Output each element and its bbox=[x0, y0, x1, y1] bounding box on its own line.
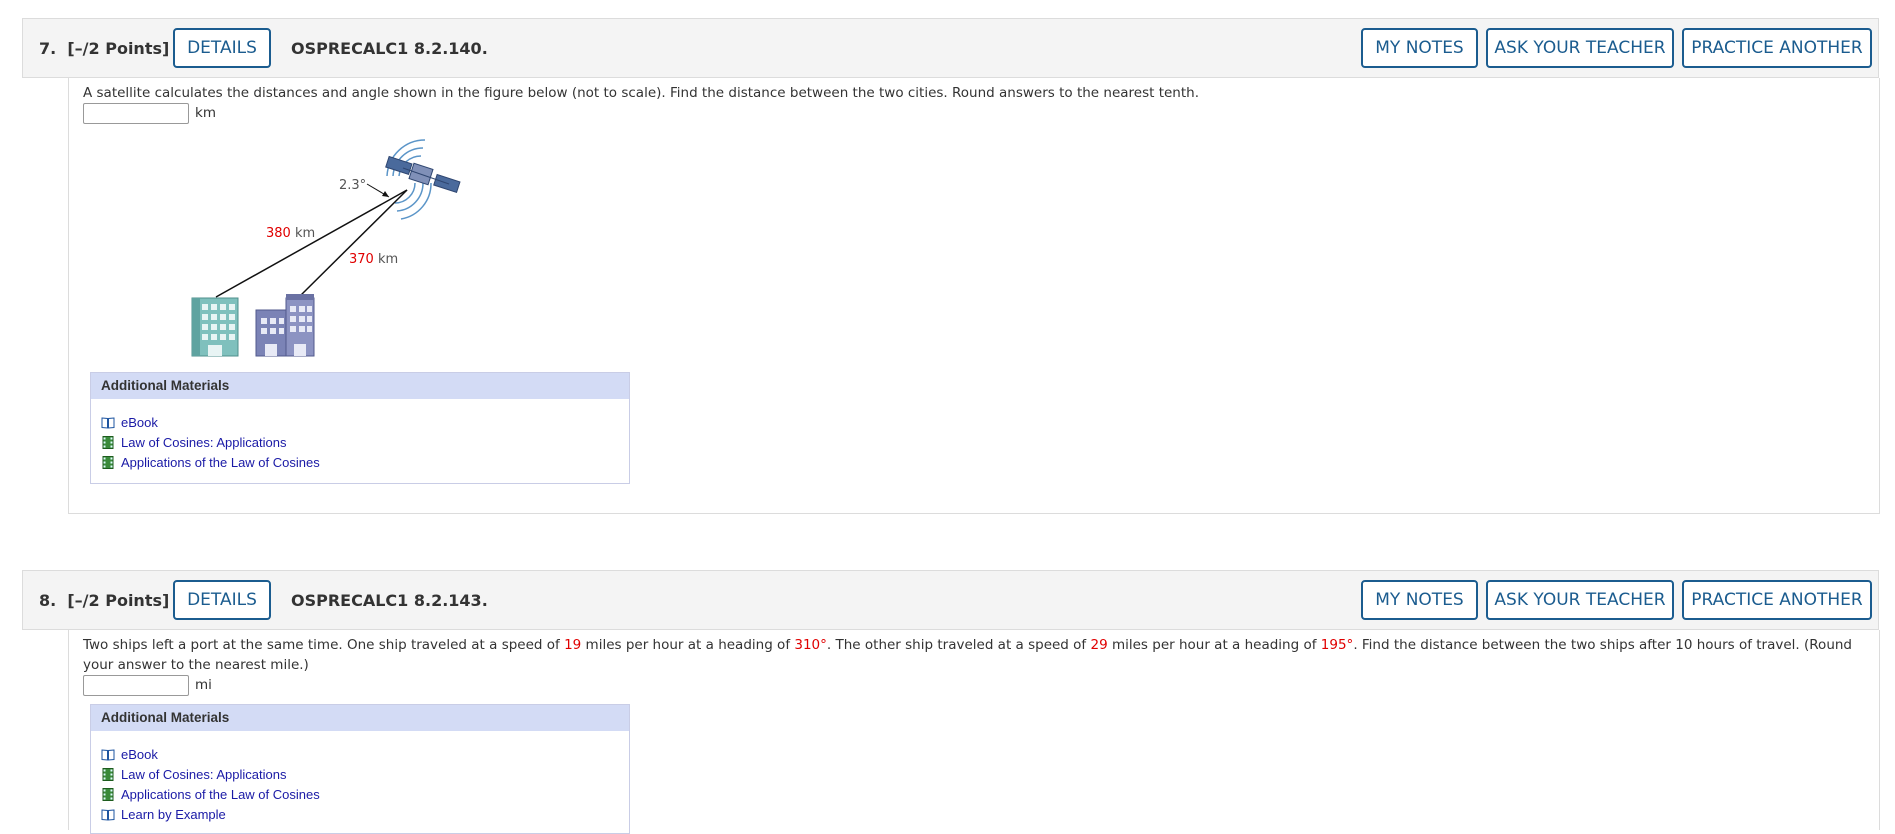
video-icon bbox=[102, 455, 114, 469]
material-ebook[interactable]: eBook bbox=[101, 744, 619, 764]
question-8-number: 8. [–/2 Points] bbox=[39, 591, 170, 610]
ask-your-teacher-button[interactable]: ASK YOUR TEACHER bbox=[1486, 580, 1674, 620]
question-7-number: 7. [–/2 Points] bbox=[39, 39, 170, 58]
question-8-header: 8. [–/2 Points] DETAILS OSPRECALC1 8.2.1… bbox=[22, 570, 1879, 630]
answer-input[interactable] bbox=[83, 103, 189, 124]
ebook-icon bbox=[101, 808, 115, 821]
video-icon bbox=[102, 787, 114, 801]
ebook-icon bbox=[101, 416, 115, 429]
material-learn-by-example[interactable]: Learn by Example bbox=[101, 804, 619, 824]
question-code: OSPRECALC1 8.2.143. bbox=[291, 591, 488, 610]
question-prompt: Two ships left a port at the same time. … bbox=[83, 637, 1852, 673]
line-to-city-2 bbox=[298, 189, 408, 298]
video-icon bbox=[102, 435, 114, 449]
side-label-370: 370 km bbox=[349, 252, 399, 267]
details-button[interactable]: DETAILS bbox=[173, 580, 271, 620]
details-button[interactable]: DETAILS bbox=[173, 28, 271, 68]
materials-title: Additional Materials bbox=[91, 373, 629, 399]
ask-your-teacher-button[interactable]: ASK YOUR TEACHER bbox=[1486, 28, 1674, 68]
answer-unit: km bbox=[195, 105, 216, 121]
additional-materials: Additional Materials eBook Law of Cosine… bbox=[90, 372, 630, 484]
material-video-law-of-cosines[interactable]: Law of Cosines: Applications bbox=[101, 432, 619, 452]
question-7-header: 7. [–/2 Points] DETAILS OSPRECALC1 8.2.1… bbox=[22, 18, 1879, 78]
my-notes-button[interactable]: MY NOTES bbox=[1361, 28, 1478, 68]
angle-label: 2.3° bbox=[339, 178, 367, 193]
question-8-body: Two ships left a port at the same time. … bbox=[68, 630, 1880, 834]
material-video-law-of-cosines[interactable]: Law of Cosines: Applications bbox=[101, 764, 619, 784]
materials-title: Additional Materials bbox=[91, 705, 629, 731]
question-prompt: A satellite calculates the distances and… bbox=[83, 85, 1199, 101]
side-label-380: 380 km bbox=[266, 226, 316, 241]
material-ebook[interactable]: eBook bbox=[101, 412, 619, 432]
answer-input[interactable] bbox=[83, 675, 189, 696]
city-1-building-icon bbox=[191, 297, 239, 357]
material-video-applications[interactable]: Applications of the Law of Cosines bbox=[101, 784, 619, 804]
material-video-applications[interactable]: Applications of the Law of Cosines bbox=[101, 452, 619, 472]
question-code: OSPRECALC1 8.2.140. bbox=[291, 39, 488, 58]
answer-unit: mi bbox=[195, 677, 212, 693]
additional-materials: Additional Materials eBook Law of Cosine… bbox=[90, 704, 630, 834]
practice-another-button[interactable]: PRACTICE ANOTHER bbox=[1682, 580, 1872, 620]
practice-another-button[interactable]: PRACTICE ANOTHER bbox=[1682, 28, 1872, 68]
city-2-building-icon bbox=[255, 294, 315, 357]
satellite-icon bbox=[385, 139, 461, 220]
video-icon bbox=[102, 767, 114, 781]
ebook-icon bbox=[101, 748, 115, 761]
question-7-body: A satellite calculates the distances and… bbox=[68, 78, 1880, 514]
my-notes-button[interactable]: MY NOTES bbox=[1361, 580, 1478, 620]
line-to-city-1 bbox=[215, 189, 408, 298]
